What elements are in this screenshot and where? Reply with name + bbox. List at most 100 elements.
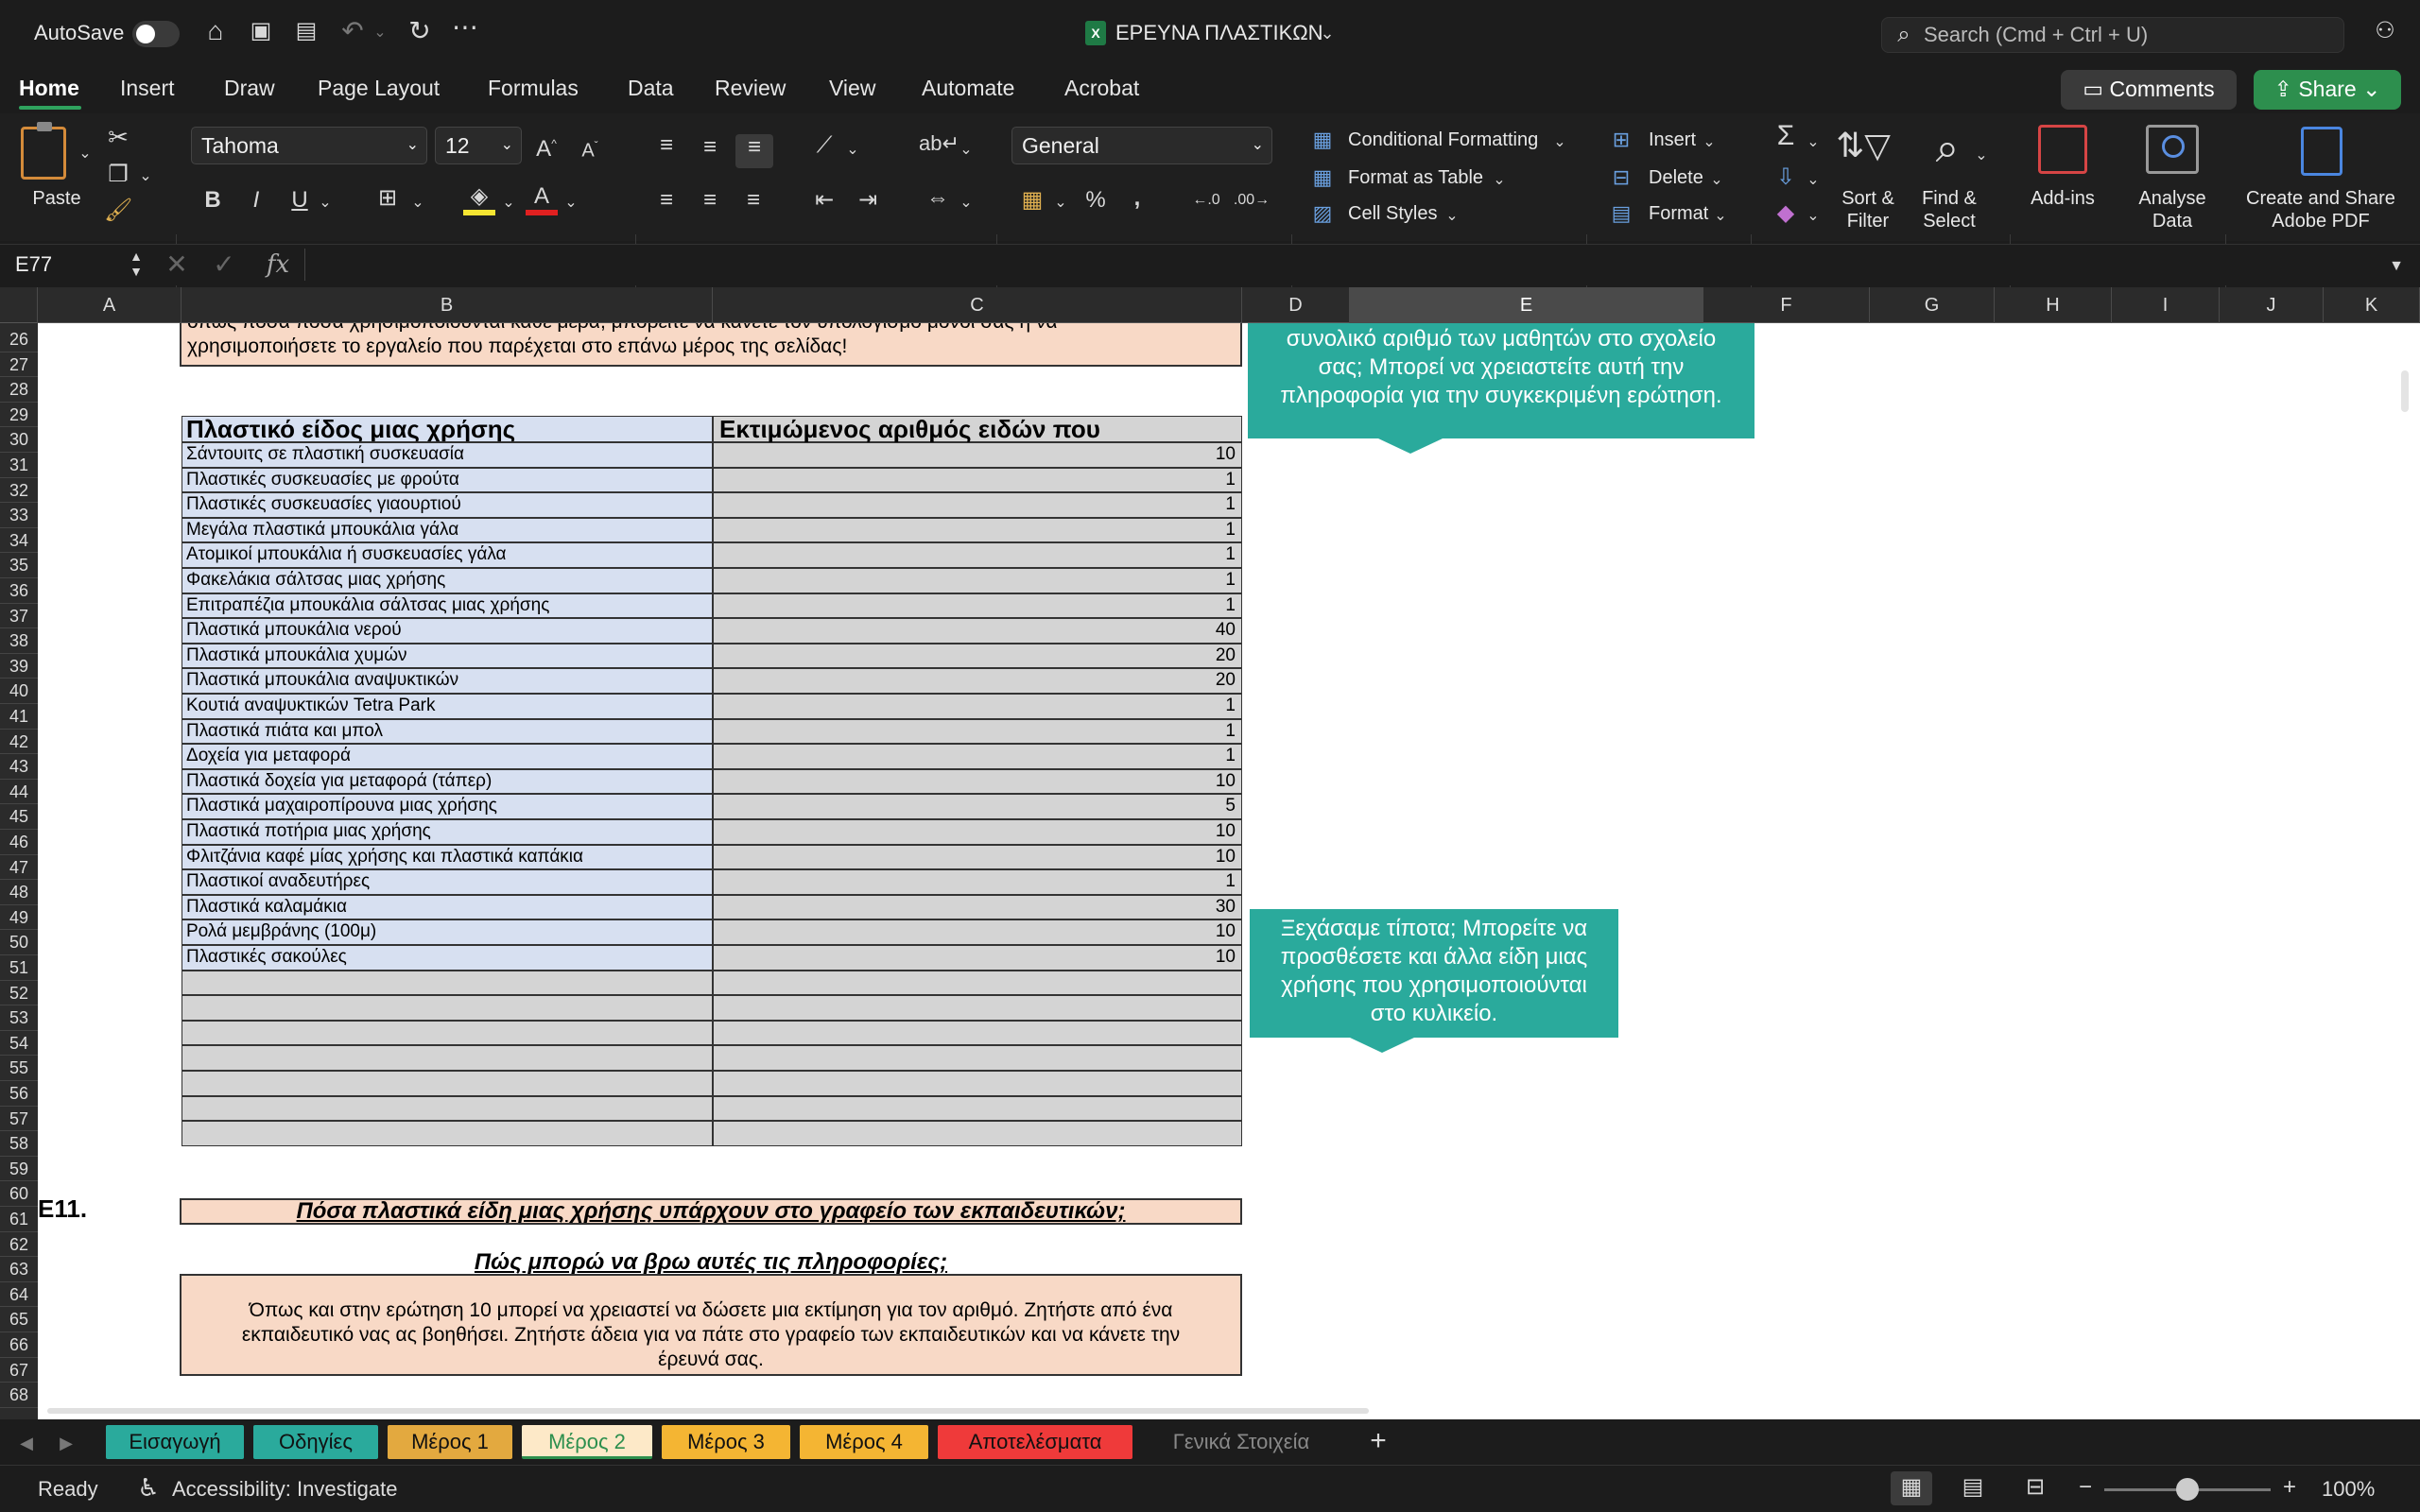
- row-header[interactable]: 37: [0, 604, 38, 629]
- table-cell-count[interactable]: 10: [713, 442, 1242, 468]
- cell-styles-dropdown-icon[interactable]: ⌄: [1443, 202, 1461, 231]
- table-cell-item[interactable]: Πλαστικές σακούλες: [182, 945, 713, 971]
- percent-icon[interactable]: %: [1080, 187, 1112, 214]
- borders-dropdown-icon[interactable]: ⌄: [408, 189, 427, 217]
- row-header[interactable]: 62: [0, 1232, 38, 1258]
- table-cell-count[interactable]: 10: [713, 945, 1242, 971]
- underline-icon[interactable]: U: [285, 187, 314, 214]
- table-cell-item[interactable]: Πλαστικά καλαμάκια: [182, 894, 713, 920]
- increase-decimal-icon[interactable]: ←.0: [1187, 187, 1225, 214]
- row-header[interactable]: 67: [0, 1358, 38, 1383]
- conditional-formatting-button[interactable]: Conditional Formatting: [1348, 129, 1538, 151]
- select-all-corner[interactable]: [0, 287, 38, 323]
- align-middle-icon[interactable]: ≡: [694, 134, 726, 161]
- tab-home[interactable]: Home: [19, 74, 79, 102]
- table-cell-item[interactable]: Πλαστικά μπουκάλια αναψυκτικών: [182, 668, 713, 694]
- table-cell-item[interactable]: [182, 970, 713, 996]
- format-cells-button[interactable]: Format: [1649, 202, 1708, 225]
- column-header-c[interactable]: C: [713, 287, 1242, 323]
- table-cell-count[interactable]: 1: [713, 517, 1242, 543]
- format-cells-icon[interactable]: ▤: [1607, 200, 1635, 227]
- table-cell-item[interactable]: Φλιτζάνια καφέ μίας χρήσης και πλαστικά …: [182, 844, 713, 870]
- table-cell-item[interactable]: Πλαστικά μπουκάλια νερού: [182, 618, 713, 644]
- table-cell-count[interactable]: 1: [713, 492, 1242, 518]
- save-icon[interactable]: ▣: [244, 17, 278, 45]
- add-ins-label[interactable]: Add-ins: [2025, 187, 2100, 210]
- column-header-e[interactable]: E: [1350, 287, 1703, 323]
- table-cell-item[interactable]: Φακελάκια σάλτσας μιας χρήσης: [182, 568, 713, 593]
- row-header[interactable]: 65: [0, 1307, 38, 1332]
- table-cell-count[interactable]: 10: [713, 819, 1242, 845]
- font-color-dropdown-icon[interactable]: ⌄: [562, 189, 580, 217]
- table-cell-item[interactable]: Σάντουιτς σε πλαστική συσκευασία: [182, 442, 713, 468]
- name-box[interactable]: E77: [15, 250, 52, 279]
- table-cell-count[interactable]: [713, 1071, 1242, 1096]
- table-cell-count[interactable]: 1: [713, 718, 1242, 745]
- merge-dropdown-icon[interactable]: ⌄: [957, 189, 976, 217]
- autosum-dropdown-icon[interactable]: ⌄: [1804, 129, 1823, 157]
- row-header[interactable]: 45: [0, 804, 38, 830]
- row-header[interactable]: 41: [0, 704, 38, 730]
- sheet-tab[interactable]: Μέρος 3: [662, 1425, 790, 1459]
- table-cell-item[interactable]: Επιτραπέζια μπουκάλια σάλτσας μιας χρήση…: [182, 593, 713, 619]
- increase-font-icon[interactable]: A^: [529, 130, 563, 163]
- worksheet-grid[interactable]: όπως ποσα ποσά χρησιμοποιούνται κάθε μέρ…: [38, 323, 2420, 1419]
- paste-icon[interactable]: [21, 122, 66, 180]
- zoom-slider[interactable]: [2104, 1478, 2271, 1501]
- find-select-icon[interactable]: ⌕: [1919, 125, 1976, 172]
- row-header[interactable]: 44: [0, 780, 38, 805]
- create-share-pdf-label[interactable]: Create and Share Adobe PDF: [2240, 187, 2401, 232]
- fill-dropdown-icon[interactable]: ⌄: [499, 189, 518, 217]
- accounting-icon[interactable]: ▦: [1015, 187, 1049, 214]
- function-icon[interactable]: fx: [261, 250, 295, 279]
- table-cell-item[interactable]: Πλαστικά μπουκάλια χυμών: [182, 643, 713, 669]
- row-header[interactable]: 60: [0, 1181, 38, 1207]
- table-cell-count[interactable]: 1: [713, 467, 1242, 493]
- horizontal-scrollbar[interactable]: [47, 1408, 1369, 1414]
- add-sheet-icon[interactable]: +: [1361, 1427, 1395, 1455]
- zoom-level[interactable]: 100%: [2322, 1477, 2375, 1502]
- find-dropdown-icon[interactable]: ⌄: [1972, 142, 1991, 170]
- row-header[interactable]: 33: [0, 503, 38, 528]
- clear-icon[interactable]: ◆: [1770, 200, 1802, 227]
- row-header[interactable]: 35: [0, 553, 38, 578]
- row-header[interactable]: 27: [0, 352, 38, 378]
- accessibility-status[interactable]: Accessibility: Investigate: [172, 1477, 397, 1502]
- tab-acrobat[interactable]: Acrobat: [1064, 74, 1139, 102]
- italic-icon[interactable]: I: [242, 187, 270, 214]
- row-header[interactable]: 59: [0, 1157, 38, 1182]
- paste-dropdown-icon[interactable]: ⌄: [76, 140, 95, 168]
- column-header-b[interactable]: B: [182, 287, 713, 323]
- cell-styles-button[interactable]: Cell Styles: [1348, 202, 1437, 225]
- row-header[interactable]: 29: [0, 403, 38, 428]
- tab-view[interactable]: View: [829, 74, 875, 102]
- row-header[interactable]: 43: [0, 754, 38, 780]
- row-header[interactable]: 31: [0, 453, 38, 478]
- zoom-in-icon[interactable]: +: [2278, 1473, 2301, 1502]
- table-cell-count[interactable]: 40: [713, 618, 1242, 644]
- row-header[interactable]: 68: [0, 1383, 38, 1408]
- copy-dropdown-icon[interactable]: ⌄: [136, 163, 155, 191]
- clear-dropdown-icon[interactable]: ⌄: [1804, 202, 1823, 231]
- sheet-tab[interactable]: Μέρος 1: [388, 1425, 512, 1459]
- expand-formula-icon[interactable]: ▼: [2382, 252, 2411, 281]
- font-size-select[interactable]: 12 ⌄: [435, 127, 522, 164]
- row-header[interactable]: 49: [0, 905, 38, 931]
- comma-style-icon[interactable]: ,: [1123, 185, 1151, 212]
- redo-icon[interactable]: ↻: [403, 17, 437, 45]
- fill-color-icon[interactable]: ◈: [463, 183, 495, 215]
- home-icon[interactable]: ⌂: [199, 17, 233, 45]
- table-cell-item[interactable]: [182, 1020, 713, 1046]
- table-header-item[interactable]: Πλαστικό είδος μιας χρήσης: [182, 416, 713, 442]
- delete-cells-icon[interactable]: ⊟: [1607, 164, 1635, 191]
- row-header[interactable]: 66: [0, 1332, 38, 1358]
- row-header[interactable]: 28: [0, 377, 38, 403]
- undo-icon[interactable]: ↶: [336, 17, 370, 45]
- column-header-i[interactable]: I: [2112, 287, 2220, 323]
- format-as-table-button[interactable]: Format as Table: [1348, 166, 1483, 189]
- row-header[interactable]: 56: [0, 1081, 38, 1107]
- wrap-text-icon[interactable]: ab↵: [919, 130, 959, 157]
- table-cell-item[interactable]: [182, 995, 713, 1021]
- add-ins-icon[interactable]: [2038, 125, 2087, 174]
- page-break-view-icon[interactable]: ⊟: [2019, 1473, 2051, 1502]
